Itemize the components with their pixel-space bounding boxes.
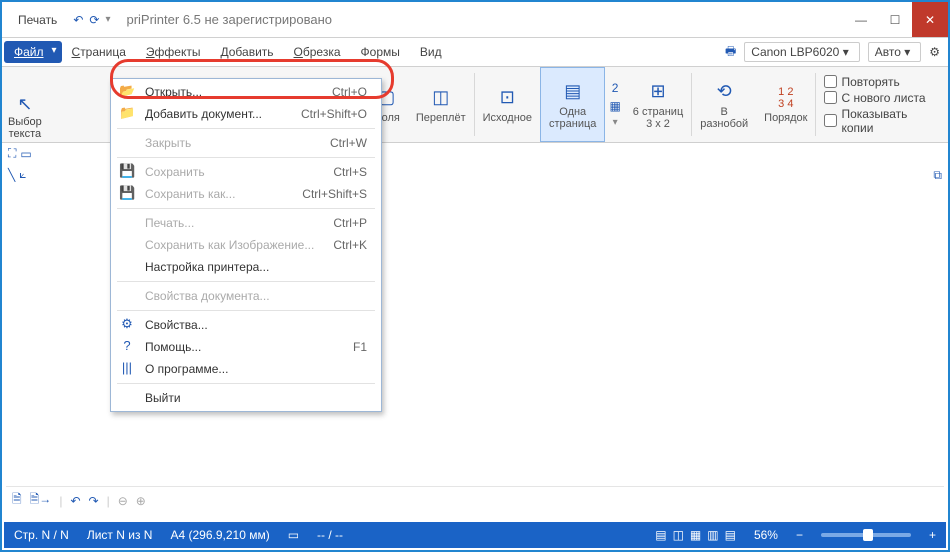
undo-icon[interactable]: ↶ bbox=[70, 494, 80, 508]
printer-selector-area: 🖶 Canon LBP6020 ▾ Авто ▾ ⚙ bbox=[725, 42, 946, 63]
print-button[interactable]: Печать bbox=[8, 10, 67, 30]
left-tool-column: ↖ Выбор текста ⛶ ▭ ╲ ⟀ bbox=[8, 92, 42, 182]
menu-trim[interactable]: Обрезка bbox=[284, 41, 351, 63]
status-page: Стр. N / N bbox=[14, 528, 69, 542]
printer-icon: 🖶 bbox=[725, 42, 736, 63]
status-bar: Стр. N / N Лист N из N A4 (296.9,210 мм)… bbox=[4, 522, 946, 548]
status-dash: -- / -- bbox=[317, 528, 343, 542]
title-bar: Печать ↶ ⟳ ▾ priPrinter 6.5 не зарегистр… bbox=[2, 2, 948, 38]
view-1-icon[interactable]: ▤ bbox=[655, 528, 666, 542]
ribbon-one-page[interactable]: ▤ Одна страница bbox=[540, 67, 605, 142]
rect-icon[interactable]: ▭ bbox=[20, 147, 31, 161]
two-badge[interactable]: 2 bbox=[612, 81, 619, 95]
menu-save-image: Сохранить как Изображение...Ctrl+K bbox=[111, 234, 381, 256]
barcode-icon: ||| bbox=[119, 360, 135, 375]
zoom-minus-button[interactable]: − bbox=[796, 528, 803, 542]
menu-add[interactable]: Добавить bbox=[210, 41, 283, 63]
showcopies-checkbox[interactable]: Показывать копии bbox=[824, 107, 940, 135]
menu-print: Печать...Ctrl+P bbox=[111, 212, 381, 234]
menu-open[interactable]: 📂Открыть...Ctrl+O bbox=[111, 81, 381, 103]
menu-props[interactable]: ⚙Свойства... bbox=[111, 314, 381, 336]
ribbon-two-up-col: 2 ▦ ▾ bbox=[605, 67, 624, 142]
maximize-button[interactable]: ☐ bbox=[878, 2, 912, 37]
menu-page[interactable]: Страница bbox=[62, 41, 136, 63]
text-select-label: Выбор текста bbox=[8, 116, 42, 140]
zoom-plus-button[interactable]: + bbox=[929, 528, 936, 542]
zoom-value: 56% bbox=[754, 528, 778, 542]
printer-combo[interactable]: Canon LBP6020 ▾ bbox=[744, 42, 859, 62]
menu-doc-props: Свойства документа... bbox=[111, 285, 381, 307]
ribbon-binding[interactable]: ◫ Переплёт bbox=[408, 67, 474, 142]
redo-icon[interactable]: ↷ bbox=[89, 494, 99, 508]
line-icon[interactable]: ╲ bbox=[8, 168, 15, 182]
menu-add-document[interactable]: 📁Добавить документ...Ctrl+Shift+O bbox=[111, 103, 381, 125]
binding-icon: ◫ bbox=[429, 86, 453, 110]
save-as-icon: 💾 bbox=[119, 185, 135, 201]
measure-icon[interactable]: ⟀ bbox=[19, 167, 26, 182]
mode-combo[interactable]: Авто ▾ bbox=[868, 42, 922, 62]
menu-bar: Файл Страница Эффекты Добавить Обрезка Ф… bbox=[2, 38, 948, 66]
window-title: priPrinter 6.5 не зарегистрировано bbox=[116, 12, 844, 27]
help-icon: ? bbox=[119, 338, 135, 353]
source-icon: ⊡ bbox=[495, 86, 519, 110]
quick-access-toolbar: Печать ↶ ⟳ ▾ bbox=[2, 10, 116, 30]
view-2-icon[interactable]: ◫ bbox=[673, 528, 684, 542]
folder-add-icon: 📁 bbox=[119, 105, 135, 121]
minimize-button[interactable]: — bbox=[844, 2, 878, 37]
ribbon-source[interactable]: ⊡ Исходное bbox=[475, 67, 540, 142]
zoom-in-icon[interactable]: ⊕ bbox=[136, 494, 146, 508]
chevron-down-icon[interactable]: ▾ bbox=[613, 117, 618, 128]
file-menu-dropdown: 📂Открыть...Ctrl+O 📁Добавить документ...C… bbox=[110, 78, 382, 412]
ribbon-order[interactable]: 1 23 4 Порядок bbox=[756, 67, 815, 142]
newsheet-checkbox[interactable]: С нового листа bbox=[824, 91, 940, 105]
window-controls: — ☐ ✕ bbox=[844, 2, 948, 37]
view-mode-icons: ▤ ◫ ▦ ▥ ▤ bbox=[655, 528, 736, 542]
bottom-toolbar: 🗎 🗎→ | ↶ ↷ | ⊖ ⊕ bbox=[6, 486, 944, 514]
menu-view[interactable]: Вид bbox=[410, 41, 452, 63]
menu-exit[interactable]: Выйти bbox=[111, 387, 381, 409]
menu-help[interactable]: ?Помощь...F1 bbox=[111, 336, 381, 358]
repeat-checkbox[interactable]: Повторять bbox=[824, 75, 940, 89]
crop-icon[interactable]: ⛶ bbox=[8, 146, 16, 161]
view-5-icon[interactable]: ▤ bbox=[725, 528, 736, 542]
qat-more[interactable]: ▾ bbox=[105, 14, 110, 25]
six-pages-icon: ⊞ bbox=[646, 80, 670, 104]
close-button[interactable]: ✕ bbox=[912, 2, 948, 37]
scatter-icon: ⟲ bbox=[712, 80, 736, 104]
refresh-button[interactable]: ⟳ bbox=[89, 13, 99, 27]
gear-icon: ⚙ bbox=[119, 316, 135, 332]
ribbon-scatter[interactable]: ⟲ В разнобой bbox=[692, 67, 756, 142]
status-paper: A4 (296.9,210 мм) bbox=[170, 528, 269, 542]
menu-save: 💾СохранитьCtrl+S bbox=[111, 161, 381, 183]
menu-file[interactable]: Файл bbox=[4, 41, 62, 63]
page-next-icon[interactable]: 🗎→ bbox=[30, 490, 52, 511]
undo-button[interactable]: ↶ bbox=[73, 13, 83, 27]
menu-effects[interactable]: Эффекты bbox=[136, 41, 211, 63]
zoom-thumb[interactable] bbox=[863, 529, 873, 541]
view-3-icon[interactable]: ▦ bbox=[690, 528, 701, 542]
menu-close: ЗакрытьCtrl+W bbox=[111, 132, 381, 154]
order-icon: 1 23 4 bbox=[774, 86, 798, 110]
save-icon: 💾 bbox=[119, 163, 135, 179]
menu-printer-setup[interactable]: Настройка принтера... bbox=[111, 256, 381, 278]
zoom-slider[interactable] bbox=[821, 533, 911, 537]
cursor-icon[interactable]: ↖ bbox=[13, 92, 37, 116]
view-4-icon[interactable]: ▥ bbox=[707, 528, 718, 542]
menu-about[interactable]: |||О программе... bbox=[111, 358, 381, 380]
folder-open-icon: 📂 bbox=[119, 83, 135, 99]
one-page-icon: ▤ bbox=[561, 80, 585, 104]
settings-gear-icon[interactable]: ⚙ bbox=[929, 45, 940, 59]
panel-toggle-icon[interactable]: ⧉ bbox=[933, 168, 942, 183]
status-sheet: Лист N из N bbox=[87, 528, 153, 542]
menu-forms[interactable]: Формы bbox=[351, 41, 410, 63]
new-doc-icon[interactable]: 🗎 bbox=[12, 490, 22, 511]
zoom-out-icon[interactable]: ⊖ bbox=[118, 494, 128, 508]
ribbon-six-pages[interactable]: ⊞ 6 страниц 3 x 2 bbox=[625, 67, 691, 142]
ribbon-checkboxes: Повторять С нового листа Показывать копи… bbox=[816, 67, 948, 142]
status-orient-icon[interactable]: ▭ bbox=[288, 528, 299, 542]
menu-save-as: 💾Сохранить как...Ctrl+Shift+S bbox=[111, 183, 381, 205]
grid-icon[interactable]: ▦ bbox=[609, 99, 620, 113]
